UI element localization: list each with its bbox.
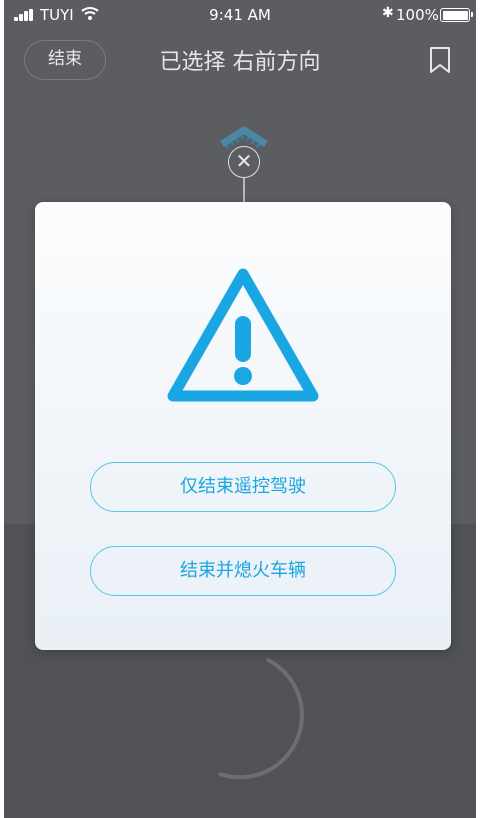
right-frame-edge	[476, 0, 480, 818]
bookmark-icon[interactable]	[428, 46, 452, 74]
close-icon[interactable]: ✕	[228, 146, 260, 178]
bluetooth-icon: ✱	[382, 5, 394, 21]
vehicle-direction-icon	[220, 126, 268, 148]
app-screen: TUYI 9:41 AM ✱ 100% 结束 已选择 右前方向 ✕ 仅结束遥控驾…	[0, 0, 480, 818]
warning-triangle-icon	[167, 268, 319, 402]
end-remote-drive-button[interactable]: 仅结束遥控驾驶	[90, 462, 396, 512]
battery-percent: 100%	[396, 6, 439, 24]
end-and-shutdown-button[interactable]: 结束并熄火车辆	[90, 546, 396, 596]
end-drive-dialog: 仅结束遥控驾驶 结束并熄火车辆	[35, 202, 451, 650]
progress-dial	[218, 658, 304, 780]
battery-icon	[440, 8, 473, 22]
status-bar: TUYI 9:41 AM ✱ 100%	[0, 0, 480, 30]
page-title: 已选择 右前方向	[159, 50, 321, 75]
connector-line	[243, 178, 245, 204]
